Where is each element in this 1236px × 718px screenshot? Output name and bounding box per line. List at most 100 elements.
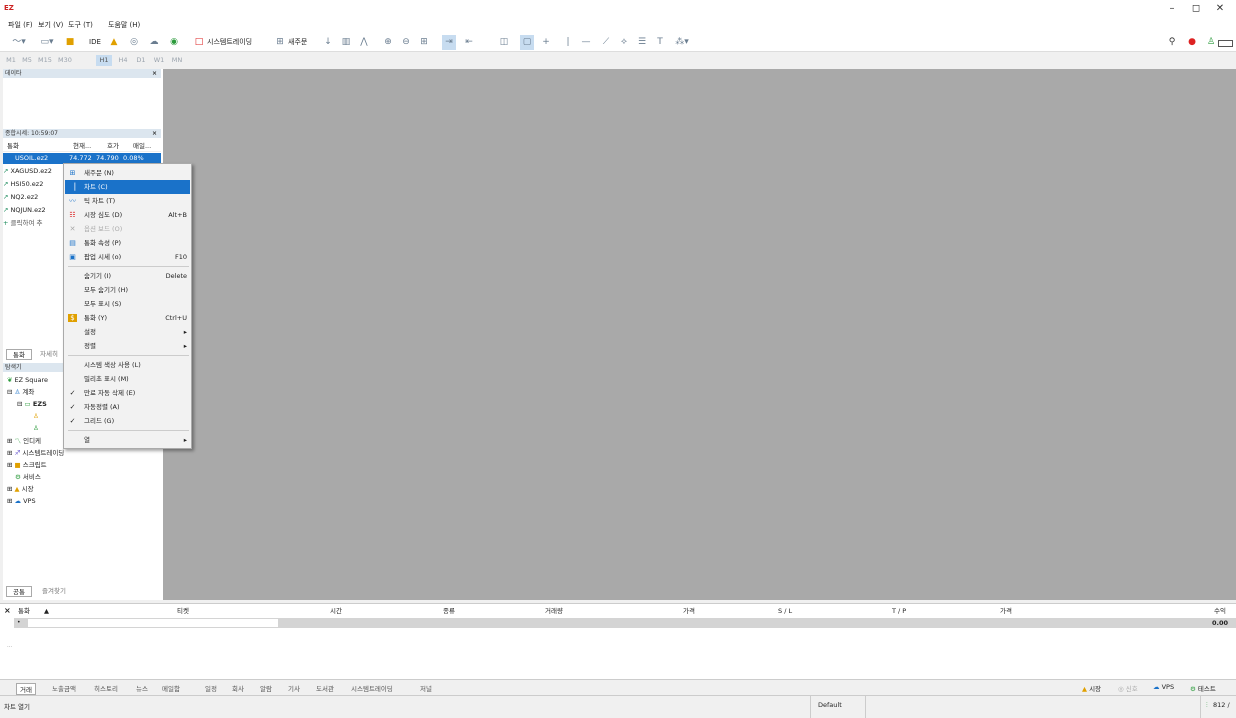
menu-item-milliseconds[interactable]: 밀리초 표시 (M) [65, 372, 190, 386]
menu-view[interactable]: 보기 (V) [38, 20, 63, 30]
tab-mailbox[interactable]: 메일함 [162, 683, 180, 693]
balance-row[interactable]: • 0.00 [14, 618, 1236, 628]
tab-library[interactable]: 도서관 [316, 683, 334, 693]
tf-mn[interactable]: MN [170, 55, 184, 66]
zoom-in-icon[interactable]: ⊕ [382, 35, 394, 50]
depth-icon[interactable]: ↓ [322, 35, 334, 50]
menu-item-columns[interactable]: 열 ▸ [65, 433, 190, 447]
search-icon[interactable]: ⚲ [1166, 35, 1178, 50]
menu-item-hide-all[interactable]: 모두 숨기기 (H) [65, 283, 190, 297]
market-icon[interactable]: ▲ [108, 35, 120, 50]
vertical-line-icon[interactable]: | [562, 35, 574, 50]
new-order-icon[interactable]: ⊞ [275, 35, 285, 50]
tab-calendar[interactable]: 일정 [205, 683, 217, 693]
close-icon[interactable]: × [152, 69, 157, 78]
menu-item-chart[interactable]: ▕ 차트 (C) [65, 180, 190, 194]
menu-item-properties[interactable]: ▤ 통화 속성 (P) [65, 236, 190, 250]
menu-item-popup[interactable]: ▣ 팝업 시세 (o) F10 [65, 250, 190, 264]
shapes-icon[interactable]: ⁂▾ [672, 35, 692, 50]
col-price[interactable]: 가격 [683, 606, 695, 616]
horizontal-line-icon[interactable]: — [580, 35, 592, 50]
menu-item-options[interactable]: ✕ 옵션 보드 (O) [65, 222, 190, 236]
ide-button[interactable]: IDE [88, 35, 102, 50]
template-icon[interactable]: ▭▾ [36, 35, 58, 50]
periods-icon[interactable]: ◫ [498, 35, 510, 50]
col-ask[interactable]: 호가 [107, 141, 119, 152]
tester-link[interactable]: ⚙ 테스트 [1190, 683, 1216, 693]
menu-item-tick-chart[interactable]: 〰 틱 차트 (T) [65, 194, 190, 208]
zoom-out-icon[interactable]: ⊖ [400, 35, 412, 50]
new-order-button[interactable]: 새주문 [288, 35, 318, 50]
col-price-current[interactable]: 가격 [1000, 606, 1012, 616]
menu-item-depth[interactable]: ☷ 시장 심도 (D) Alt+B [65, 208, 190, 222]
tree-item[interactable]: ⊞ ♐ 시스템트레이딩 [3, 448, 161, 459]
chart-type-icon[interactable]: 〜▾ [8, 35, 30, 50]
tab-news[interactable]: 뉴스 [136, 683, 148, 693]
chart-shift-icon[interactable]: ⇤ [462, 35, 476, 50]
tree-item[interactable]: ⚙ 서비스 [3, 472, 161, 483]
close-icon[interactable]: × [152, 129, 157, 138]
tree-item[interactable]: ⊞ ▲ 시장 [3, 484, 161, 495]
autoscroll-icon[interactable]: ⇥ [442, 35, 456, 50]
cursor-icon[interactable]: ▢ [520, 35, 534, 50]
tf-h1[interactable]: H1 [96, 55, 112, 66]
vps-icon[interactable]: ☁ [148, 35, 160, 50]
tf-m5[interactable]: M5 [20, 55, 34, 66]
tab-articles[interactable]: 기사 [288, 683, 300, 693]
menu-item-show-all[interactable]: 모두 표시 (S) [65, 297, 190, 311]
signals-link[interactable]: ◎ 신호 [1118, 683, 1138, 693]
trendline-icon[interactable]: ⟋ [600, 35, 612, 50]
toolbox-grip[interactable]: ⋮ [4, 644, 12, 680]
tab-alerts[interactable]: 알람 [260, 683, 272, 693]
systrading-icon[interactable]: □ [194, 35, 204, 50]
systrading-button[interactable]: 시스템트레이딩 [207, 35, 265, 50]
col-change[interactable]: 매일... [133, 141, 151, 152]
menu-file[interactable]: 파일 (F) [8, 20, 33, 30]
tf-m1[interactable]: M1 [4, 55, 18, 66]
col-symbol[interactable]: 통화 [18, 606, 30, 616]
tf-m30[interactable]: M30 [56, 55, 74, 66]
tf-m15[interactable]: M15 [36, 55, 54, 66]
col-volume[interactable]: 거래량 [545, 606, 563, 616]
close-icon[interactable]: × [4, 606, 11, 615]
tf-h4[interactable]: H4 [116, 55, 130, 66]
tree-item[interactable]: ⊞ ■ 스크립트 [3, 460, 161, 471]
notification-icon[interactable]: ● [1186, 35, 1198, 50]
menu-item-system-colors[interactable]: 시스템 색상 사용 (L) [65, 358, 190, 372]
tab-history[interactable]: 히스토리 [94, 683, 118, 693]
line-chart-icon[interactable]: ⋀ [358, 35, 370, 50]
account-icon[interactable]: ♙ [1206, 35, 1216, 50]
menu-help[interactable]: 도움말 (H) [108, 20, 140, 30]
maximize-button[interactable]: ◻ [1184, 2, 1208, 16]
col-tp[interactable]: T / P [892, 606, 906, 616]
fibonacci-icon[interactable]: ☰ [636, 35, 648, 50]
channel-icon[interactable]: ⟡ [618, 35, 630, 50]
close-button[interactable]: ✕ [1208, 2, 1232, 16]
menu-item-auto-arrange[interactable]: ✓ 자동정렬 (A) [65, 400, 190, 414]
tab-journal[interactable]: 저널 [420, 683, 432, 693]
menu-item-settings[interactable]: 설정 ▸ [65, 325, 190, 339]
tab-systrading[interactable]: 시스템트레이딩 [351, 683, 393, 693]
tab-common[interactable]: 공통 [6, 586, 32, 597]
menu-item-new-order[interactable]: ⊞ 새주문 (N) [65, 166, 190, 180]
menu-item-hide[interactable]: 숨기기 (I) Delete [65, 269, 190, 283]
menu-item-auto-remove[interactable]: ✓ 만료 자동 삭제 (E) [65, 386, 190, 400]
tf-w1[interactable]: W1 [152, 55, 166, 66]
text-icon[interactable]: T [654, 35, 666, 50]
tab-company[interactable]: 회사 [232, 683, 244, 693]
col-profit[interactable]: 수익 [1214, 606, 1226, 616]
col-ticket[interactable]: 티켓 [177, 606, 189, 616]
vps-link[interactable]: ☁ VPS [1153, 683, 1174, 691]
menu-tools[interactable]: 도구 (T) [68, 20, 93, 30]
tree-item[interactable]: ⊞ ☁ VPS [3, 496, 161, 507]
bar-chart-icon[interactable]: ▥ [340, 35, 352, 50]
minimize-button[interactable]: – [1160, 2, 1184, 16]
col-type[interactable]: 종류 [443, 606, 455, 616]
menu-item-grid[interactable]: ✓ 그리드 (G) [65, 414, 190, 428]
tab-favorites[interactable]: 즐겨찾기 [34, 586, 74, 597]
signal-icon[interactable]: ◎ [128, 35, 140, 50]
menu-item-symbols[interactable]: $ 통화 (Y) Ctrl+U [65, 311, 190, 325]
menu-item-sort[interactable]: 정렬 ▸ [65, 339, 190, 353]
crosshair-icon[interactable]: + [540, 35, 552, 50]
col-bid[interactable]: 현재... [73, 141, 91, 152]
